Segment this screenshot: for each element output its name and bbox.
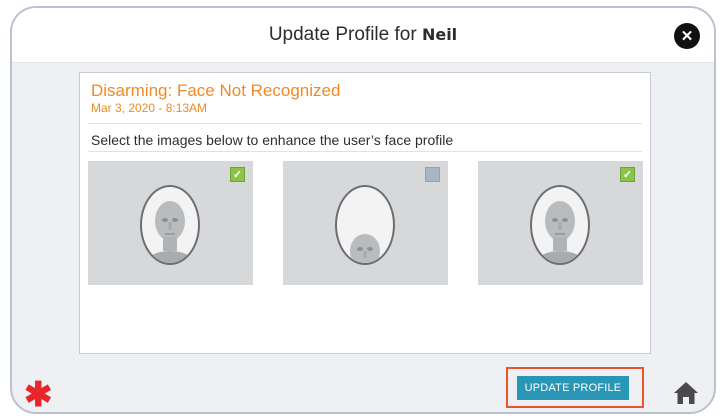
alert-card: Disarming: Face Not Recognized Mar 3, 20… [79,72,651,354]
alert-timestamp: Mar 3, 2020 - 8:13AM [91,101,208,115]
update-profile-button[interactable]: UPDATE PROFILE [517,376,629,400]
face-image-1[interactable]: ✓ [88,161,253,285]
page-title: Update Profile for Neil [12,24,714,46]
title-prefix: Update Profile for [268,24,417,45]
asterisk-icon[interactable]: ✱ [24,378,53,412]
checkbox-empty-icon[interactable] [425,167,440,182]
head-icon [350,234,380,263]
divider [88,123,642,124]
face-image-2[interactable] [283,161,448,285]
dialog-header: Update Profile for Neil ✕ [12,8,714,63]
face-image-3[interactable]: ✓ [478,161,643,285]
home-icon[interactable] [672,380,700,406]
face-oval [335,185,395,265]
close-icon[interactable]: ✕ [674,23,700,49]
face-oval [140,185,200,265]
instruction-text: Select the images below to enhance the u… [91,132,454,148]
divider [88,151,642,152]
alert-title: Disarming: Face Not Recognized [91,81,341,100]
checkmark-icon[interactable]: ✓ [620,167,635,182]
head-icon [148,201,192,263]
checkmark-icon[interactable]: ✓ [230,167,245,182]
face-oval [530,185,590,265]
update-button-highlight: UPDATE PROFILE [506,367,644,408]
head-icon [538,201,582,263]
user-name: Neil [421,25,458,44]
dialog-frame: Update Profile for Neil ✕ Disarming: Fac… [10,6,716,414]
